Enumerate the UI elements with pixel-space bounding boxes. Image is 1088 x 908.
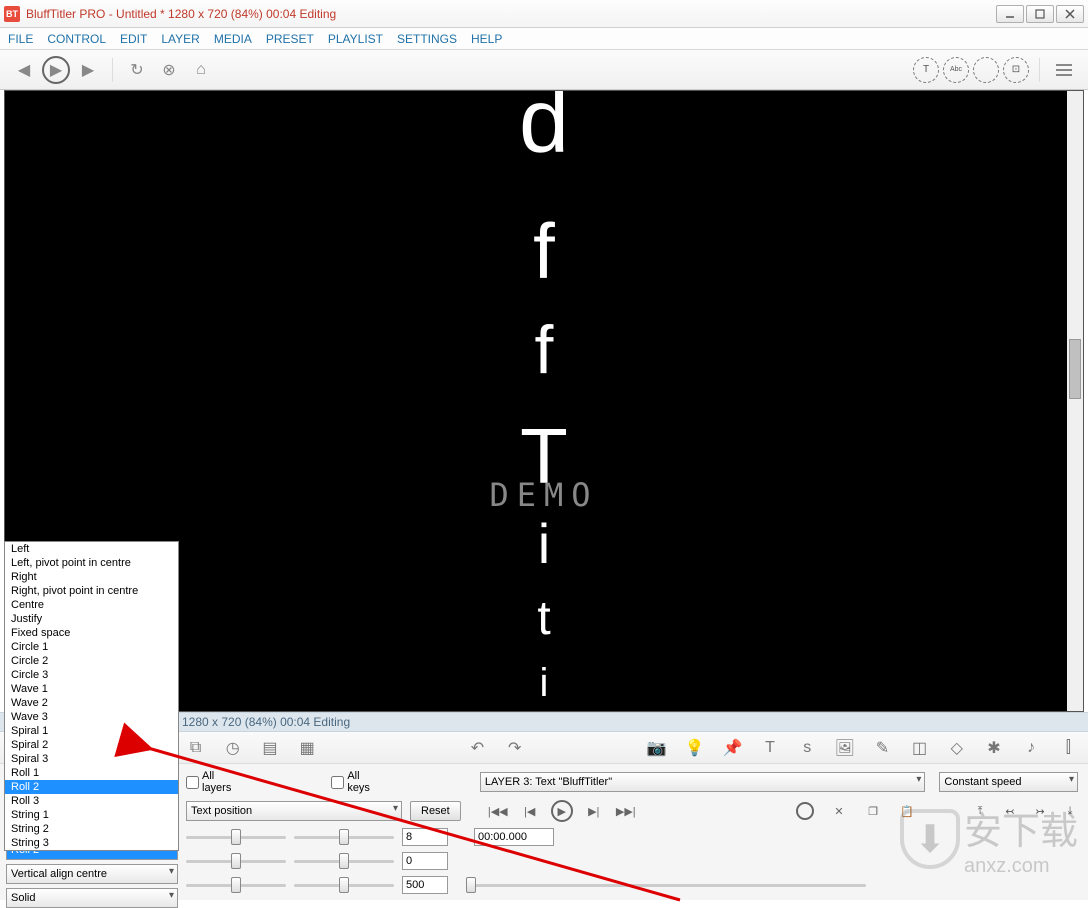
menu-control[interactable]: CONTROL — [47, 32, 106, 46]
slider-1[interactable] — [186, 828, 286, 846]
menu-media[interactable]: MEDIA — [214, 32, 252, 46]
prev-icon[interactable]: ◀ — [10, 56, 38, 84]
alignment-option[interactable]: Roll 1 — [5, 766, 178, 780]
alignment-option[interactable]: Spiral 2 — [5, 738, 178, 752]
play-button-icon[interactable]: ▶ — [551, 800, 573, 822]
timeline-slider[interactable] — [466, 876, 866, 894]
menu-layer[interactable]: LAYER — [161, 32, 199, 46]
stop-icon[interactable]: ⊗ — [155, 56, 183, 84]
crop-icon[interactable]: ⧉ — [186, 738, 205, 758]
menu-settings[interactable]: SETTINGS — [397, 32, 457, 46]
alignment-option[interactable]: Roll 3 — [5, 794, 178, 808]
alignment-option[interactable]: Right, pivot point in centre — [5, 584, 178, 598]
menu-preset[interactable]: PRESET — [266, 32, 314, 46]
alignment-option[interactable]: String 1 — [5, 808, 178, 822]
maximize-button[interactable] — [1026, 5, 1054, 23]
redo-icon[interactable]: ↷ — [505, 738, 524, 758]
window-title: BluffTitler PRO - Untitled * 1280 x 720 … — [26, 7, 996, 21]
all-keys-checkbox[interactable] — [331, 776, 344, 789]
all-layers-label: All layers — [202, 770, 246, 794]
alignment-option[interactable]: Circle 2 — [5, 654, 178, 668]
menu-edit[interactable]: EDIT — [120, 32, 147, 46]
alignment-option[interactable]: Wave 3 — [5, 710, 178, 724]
next-icon[interactable]: ▶ — [74, 56, 102, 84]
slider-6[interactable] — [294, 876, 394, 894]
home-icon[interactable]: ⌂ — [187, 56, 215, 84]
slider-3[interactable] — [186, 852, 286, 870]
eraser-icon[interactable]: ◇ — [947, 738, 966, 758]
text-s-icon[interactable]: s — [798, 738, 817, 758]
demo-watermark: DEMO — [489, 476, 598, 514]
pin-icon[interactable]: 📌 — [723, 738, 743, 758]
alignment-option[interactable]: Spiral 3 — [5, 752, 178, 766]
app-icon: BT — [4, 6, 20, 22]
tool-dashed-icon[interactable]: ⊡ — [1003, 57, 1029, 83]
value-3-input[interactable] — [402, 876, 448, 894]
alignment-option[interactable]: String 3 — [5, 836, 178, 850]
tool-circle-icon[interactable] — [973, 57, 999, 83]
reset-button[interactable]: Reset — [410, 801, 461, 821]
clock-icon[interactable]: ◷ — [223, 738, 242, 758]
film-icon[interactable]: ▦ — [298, 738, 317, 758]
alignment-option[interactable]: Justify — [5, 612, 178, 626]
goto-end-icon[interactable]: ▶▶| — [615, 800, 637, 822]
viewport-scrollbar[interactable] — [1067, 91, 1083, 711]
speed-select[interactable]: Constant speed — [939, 772, 1078, 792]
tool-t-icon[interactable]: T — [913, 57, 939, 83]
bulb-icon[interactable]: 💡 — [685, 738, 705, 758]
close-button[interactable] — [1056, 5, 1084, 23]
all-keys-label: All keys — [347, 770, 384, 794]
alignment-option[interactable]: Left, pivot point in centre — [5, 556, 178, 570]
undo-icon[interactable]: ↶ — [468, 738, 487, 758]
vector-icon[interactable]: ✎ — [873, 738, 892, 758]
tool-abc-icon[interactable]: Abc — [943, 57, 969, 83]
step-forward-icon[interactable]: ▶| — [583, 800, 605, 822]
record-icon[interactable] — [796, 802, 814, 820]
alignment-option[interactable]: Fixed space — [5, 626, 178, 640]
music-icon[interactable]: ♪ — [1022, 738, 1041, 758]
cube-icon[interactable]: ◫ — [910, 738, 929, 758]
cards-icon[interactable]: ▤ — [260, 738, 279, 758]
menu-playlist[interactable]: PLAYLIST — [328, 32, 383, 46]
alignment-option[interactable]: String 2 — [5, 822, 178, 836]
menu-help[interactable]: HELP — [471, 32, 502, 46]
layer-select[interactable]: LAYER 3: Text "BluffTitler" — [480, 772, 926, 792]
alignment-option[interactable]: Roll 2 — [5, 780, 178, 794]
alignment-option[interactable]: Circle 1 — [5, 640, 178, 654]
alignment-option[interactable]: Right — [5, 570, 178, 584]
valign-select[interactable]: Vertical align centre — [6, 864, 178, 884]
minimize-button[interactable] — [996, 5, 1024, 23]
alignment-option[interactable]: Wave 1 — [5, 682, 178, 696]
property-select[interactable]: Text position — [186, 801, 402, 821]
image-icon[interactable]: 🖼 — [835, 738, 855, 758]
alignment-option[interactable]: Centre — [5, 598, 178, 612]
all-layers-checkbox[interactable] — [186, 776, 199, 789]
play-icon[interactable]: ▶ — [42, 56, 70, 84]
delete-key-icon[interactable]: ✕ — [830, 802, 848, 820]
text-t-icon[interactable]: T — [760, 738, 779, 758]
slider-4[interactable] — [294, 852, 394, 870]
site-watermark: ⬇ 安下载 anxz.com — [900, 800, 1078, 878]
slider-2[interactable] — [294, 828, 394, 846]
alignment-dropdown-list[interactable]: LeftLeft, pivot point in centreRightRigh… — [4, 541, 179, 851]
style-select[interactable]: Solid — [6, 888, 178, 908]
hamburger-icon[interactable] — [1050, 56, 1078, 84]
alignment-option[interactable]: Circle 3 — [5, 668, 178, 682]
goto-start-icon[interactable]: |◀◀ — [487, 800, 509, 822]
value-2-input[interactable] — [402, 852, 448, 870]
alignment-option[interactable]: Left — [5, 542, 178, 556]
menu-file[interactable]: FILE — [8, 32, 33, 46]
menubar: FILE CONTROL EDIT LAYER MEDIA PRESET PLA… — [0, 28, 1088, 50]
time-input[interactable] — [474, 828, 554, 846]
camera-icon[interactable]: 📷 — [647, 738, 667, 758]
chart-icon[interactable]: ⫿ — [1059, 738, 1078, 758]
value-1-input[interactable] — [402, 828, 448, 846]
alignment-option[interactable]: Spiral 1 — [5, 724, 178, 738]
copy-icon[interactable]: ❐ — [864, 802, 882, 820]
refresh-icon[interactable]: ↻ — [123, 56, 151, 84]
slider-5[interactable] — [186, 876, 286, 894]
step-back-icon[interactable]: |◀ — [519, 800, 541, 822]
particles-icon[interactable]: ✱ — [984, 738, 1003, 758]
alignment-option[interactable]: Wave 2 — [5, 696, 178, 710]
